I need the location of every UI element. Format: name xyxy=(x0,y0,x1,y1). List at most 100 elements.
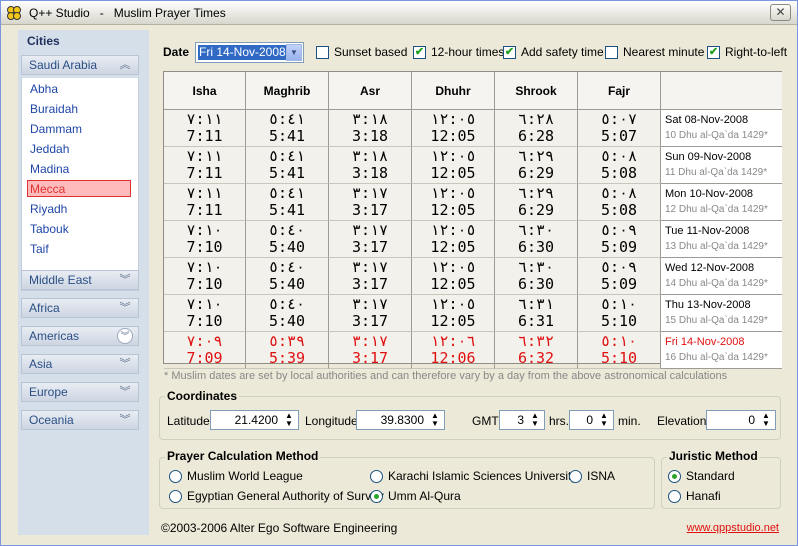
chevron-down-icon[interactable]: ︾ xyxy=(117,384,133,400)
city-madina[interactable]: Madina xyxy=(28,161,132,178)
radio-isna[interactable] xyxy=(569,470,582,483)
app-window: Q++ Studio - Muslim Prayer Times ✕ Citie… xyxy=(0,0,798,546)
group-europe[interactable]: Europe ︾ xyxy=(21,382,139,402)
gmt-hours-input[interactable]: 3 ▲ ▼ xyxy=(499,410,545,430)
juristic-method-title: Juristic Method xyxy=(667,449,760,463)
app-icon xyxy=(7,6,21,20)
spinner-arrows-icon[interactable]: ▲ ▼ xyxy=(759,412,773,428)
chevron-up-icon[interactable]: ︽ xyxy=(117,57,133,73)
city-buraidah[interactable]: Buraidah xyxy=(28,101,132,118)
longitude-input[interactable]: 39.8300 ▲ ▼ xyxy=(356,410,445,430)
time-cell: ٣:١٧ 3:17 xyxy=(329,295,412,332)
arabic-time: ٥:٤١ xyxy=(268,184,306,202)
chevron-down-icon[interactable]: ︾ xyxy=(117,412,133,428)
twelve-hour-checkbox[interactable]: ✔ xyxy=(413,46,426,59)
city-tabouk[interactable]: Tabouk xyxy=(28,221,132,238)
time-value: 12:05 xyxy=(430,201,476,219)
radio-umm-al-qura[interactable] xyxy=(370,490,383,503)
chevron-down-icon[interactable]: ︾ xyxy=(117,272,133,288)
arabic-time: ٣:١٧ xyxy=(351,184,389,202)
group-middle-east[interactable]: Middle East ︾ xyxy=(21,270,139,290)
date-cell: Mon 10-Nov-2008 12 Dhu al-Qa`da 1429* xyxy=(661,184,782,221)
group-asia[interactable]: Asia ︾ xyxy=(21,354,139,374)
right-to-left-checkbox[interactable]: ✔ xyxy=(707,46,720,59)
karachi-label: Karachi Islamic Sciences University xyxy=(388,469,578,483)
group-label: Europe xyxy=(29,385,68,399)
arabic-time: ٥:٠٨ xyxy=(600,184,638,202)
radio-karachi[interactable] xyxy=(370,470,383,483)
chevron-down-icon[interactable]: ︾ xyxy=(117,356,133,372)
sidebar: Cities Saudi Arabia ︽ Abha Buraidah Damm… xyxy=(18,30,149,535)
time-value: 7:09 xyxy=(186,349,223,367)
city-taif[interactable]: Taif xyxy=(28,241,132,258)
spinner-arrows-icon[interactable]: ▲ ▼ xyxy=(428,412,442,428)
time-cell: ٧:٠٩ 7:09 xyxy=(164,332,246,369)
hijri-date: 16 Dhu al-Qa`da 1429* xyxy=(665,352,768,363)
radio-egyptian-authority[interactable] xyxy=(169,490,182,503)
time-value: 3:17 xyxy=(351,275,389,293)
arabic-time: ٦:٢٩ xyxy=(517,184,555,202)
elevation-input[interactable]: 0 ▲ ▼ xyxy=(706,410,776,430)
time-value: 5:10 xyxy=(600,312,638,330)
hijri-date: 13 Dhu al-Qa`da 1429* xyxy=(665,241,768,252)
time-value: 3:17 xyxy=(351,201,389,219)
spinner-arrows-icon[interactable]: ▲ ▼ xyxy=(528,412,542,428)
time-value: 6:28 xyxy=(517,127,555,145)
hijri-date: 14 Dhu al-Qa`da 1429* xyxy=(665,278,768,289)
sunset-based-checkbox[interactable] xyxy=(316,46,329,59)
group-label: Americas xyxy=(29,329,80,343)
spinner-arrows-icon[interactable]: ▲ ▼ xyxy=(282,412,296,428)
chevron-down-icon[interactable]: ︾ xyxy=(117,328,133,344)
time-value: 12:05 xyxy=(430,275,476,293)
nearest-minute-checkbox[interactable] xyxy=(605,46,618,59)
elevation-value: 0 xyxy=(748,413,755,427)
arabic-time: ٣:١٧ xyxy=(351,295,389,313)
group-africa[interactable]: Africa ︾ xyxy=(21,298,139,318)
date-cell: Sun 09-Nov-2008 11 Dhu al-Qa`da 1429* xyxy=(661,147,782,184)
city-riyadh[interactable]: Riyadh xyxy=(28,201,132,218)
radio-hanafi[interactable] xyxy=(668,490,681,503)
time-cell: ٦:٢٨ 6:28 xyxy=(495,110,578,147)
time-value: 5:08 xyxy=(600,164,638,182)
time-value: 7:11 xyxy=(186,201,223,219)
city-abha[interactable]: Abha xyxy=(28,81,132,98)
arabic-time: ٧:١١ xyxy=(186,110,223,128)
time-value: 3:18 xyxy=(351,127,389,145)
time-cell: ٣:١٨ 3:18 xyxy=(329,110,412,147)
chevron-down-icon[interactable]: ▼ xyxy=(286,44,302,61)
city-jeddah[interactable]: Jeddah xyxy=(28,141,132,158)
arabic-time: ٥:٤٠ xyxy=(268,221,306,239)
city-mecca[interactable]: Mecca xyxy=(27,180,131,197)
safety-time-checkbox[interactable]: ✔ xyxy=(503,46,516,59)
date-picker[interactable]: Fri 14-Nov-2008 ▼ xyxy=(195,42,304,63)
time-value: 12:05 xyxy=(430,127,476,145)
copyright-text: ©2003-2006 Alter Ego Software Engineerin… xyxy=(161,521,398,535)
time-cell: ٦:٢٩ 6:29 xyxy=(495,184,578,221)
group-oceania[interactable]: Oceania ︾ xyxy=(21,410,139,430)
time-cell: ٧:١١ 7:11 xyxy=(164,110,246,147)
time-cell: ٣:١٧ 3:17 xyxy=(329,221,412,258)
spinner-arrows-icon[interactable]: ▲ ▼ xyxy=(597,412,611,428)
gmt-minutes-input[interactable]: 0 ▲ ▼ xyxy=(569,410,614,430)
time-value: 3:17 xyxy=(351,238,389,256)
radio-standard[interactable] xyxy=(668,470,681,483)
time-value: 12:06 xyxy=(430,349,476,367)
arabic-time: ٥:٤١ xyxy=(268,110,306,128)
time-cell: ٦:٣٠ 6:30 xyxy=(495,221,578,258)
group-label: Asia xyxy=(29,357,53,371)
time-cell: ٦:٢٩ 6:29 xyxy=(495,147,578,184)
arabic-time: ٧:١١ xyxy=(186,147,223,165)
chevron-down-icon[interactable]: ︾ xyxy=(117,300,133,316)
time-value: 12:05 xyxy=(430,238,476,256)
close-button[interactable]: ✕ xyxy=(770,4,791,21)
time-value: 12:05 xyxy=(430,164,476,182)
arabic-time: ٧:١٠ xyxy=(186,258,223,276)
hijri-note: * Muslim dates are set by local authorit… xyxy=(164,370,728,382)
group-americas[interactable]: Americas ︾ xyxy=(21,326,139,346)
group-saudi-arabia[interactable]: Saudi Arabia ︽ xyxy=(21,55,139,75)
city-dammam[interactable]: Dammam xyxy=(28,121,132,138)
radio-muslim-world-league[interactable] xyxy=(169,470,182,483)
latitude-input[interactable]: 21.4200 ▲ ▼ xyxy=(210,410,299,430)
website-link[interactable]: www.qppstudio.net xyxy=(687,522,779,534)
isna-label: ISNA xyxy=(587,469,616,483)
